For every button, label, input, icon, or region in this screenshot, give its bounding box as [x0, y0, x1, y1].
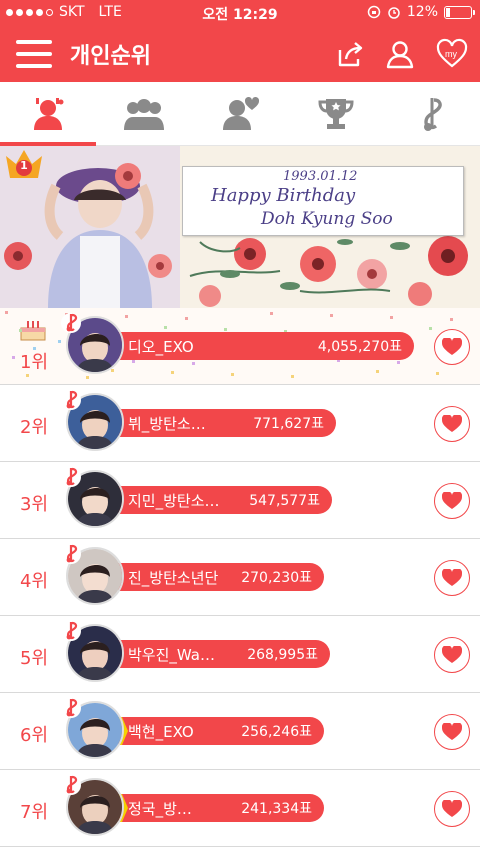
vote-bar: 진_방탄소년단 270,230표 [118, 563, 324, 591]
vote-bar: 박우진_Wa… 268,995표 [118, 640, 330, 668]
rank-number: 2위 [20, 417, 49, 438]
heart-icon [442, 492, 462, 509]
idol-name: 디오_EXO [128, 337, 194, 356]
idol-name: 정국_방… [128, 799, 192, 818]
tab-music-rank[interactable] [384, 82, 480, 146]
ranking-row[interactable]: 6위 백현_EXO 256,246표 [0, 693, 480, 770]
category-tabs [0, 82, 480, 147]
vote-heart-button[interactable] [434, 406, 470, 442]
rank-number: 4위 [20, 571, 49, 592]
menu-icon[interactable] [16, 40, 52, 68]
music-note-icon [61, 544, 81, 564]
tab-group-rank[interactable] [96, 82, 192, 146]
idol-name: 백현_EXO [128, 722, 194, 741]
birthday-greeting: Happy Birthday [211, 185, 356, 206]
vote-heart-button[interactable] [434, 714, 470, 750]
vote-heart-button[interactable] [434, 329, 470, 365]
status-right: 12% [367, 4, 475, 20]
rank-number: 3위 [20, 494, 49, 515]
my-label: my [445, 49, 457, 59]
ranking-row[interactable]: 1위 디오_EXO 4,055,270표 [0, 308, 480, 385]
vote-bar: 정국_방… 241,334표 [118, 794, 324, 822]
ranking-row[interactable]: 3위 지민_방탄소… 547,577표 [0, 462, 480, 539]
music-note-icon [61, 390, 81, 410]
birthday-name: Doh Kyung Soo [261, 209, 393, 229]
heart-icon [442, 646, 462, 663]
music-note-icon [61, 467, 81, 487]
share-icon[interactable] [334, 38, 366, 70]
rank-number: 1위 [20, 352, 49, 373]
vote-count: 4,055,270표 [317, 339, 402, 355]
vote-bar: 뷔_방탄소… 771,627표 [118, 409, 336, 437]
tab-trophy-rank[interactable] [288, 82, 384, 146]
app-header: 개인순위 my [0, 26, 480, 82]
ranking-row[interactable]: 4위 진_방탄소년단 270,230표 [0, 539, 480, 616]
rank-number: 5위 [20, 648, 49, 669]
heart-icon [442, 569, 462, 586]
ranking-row[interactable]: 2위 뷔_방탄소… 771,627표 [0, 385, 480, 462]
group-icon [124, 99, 164, 130]
profile-icon[interactable] [384, 38, 416, 70]
status-bar: SKT LTE 오전 12:29 12% [0, 0, 480, 26]
vote-count: 241,334표 [241, 801, 312, 817]
battery-percent: 12% [406, 4, 438, 20]
vote-bar: 디오_EXO 4,055,270표 [118, 332, 414, 360]
trophy-icon [318, 99, 354, 129]
birthday-banner[interactable]: 1 1993.01.12 Happy Birthday Doh Kyung So… [0, 146, 480, 308]
vote-count: 771,627표 [253, 416, 324, 432]
music-note-icon [61, 698, 81, 718]
heart-icon [442, 415, 462, 432]
music-note-icon [61, 313, 81, 333]
vote-count: 268,995표 [247, 647, 318, 663]
vote-count: 270,230표 [241, 570, 312, 586]
vote-heart-button[interactable] [434, 637, 470, 673]
person-heart-icon [223, 96, 260, 130]
ranking-row[interactable]: 7위 정국_방… 241,334표 [0, 770, 480, 847]
vote-count: 256,246표 [241, 724, 312, 740]
heart-icon [442, 338, 462, 355]
music-note-icon [424, 98, 442, 131]
idol-name: 지민_방탄소… [128, 491, 220, 510]
vote-bar: 지민_방탄소… 547,577표 [118, 486, 332, 514]
music-note-icon [61, 621, 81, 641]
birthday-card: 1993.01.12 Happy Birthday Doh Kyung Soo [182, 166, 464, 236]
person-icon [34, 98, 64, 130]
rank-badge: 1 [20, 159, 28, 172]
tab-individual-rank[interactable] [0, 82, 96, 147]
rank-number: 6위 [20, 725, 49, 746]
ranking-row[interactable]: 5위 박우진_Wa… 268,995표 [0, 616, 480, 693]
heart-icon [442, 723, 462, 740]
vote-count: 547,577표 [249, 493, 320, 509]
vote-heart-button[interactable] [434, 483, 470, 519]
idol-name: 뷔_방탄소… [128, 414, 206, 433]
vote-heart-button[interactable] [434, 560, 470, 596]
vote-heart-button[interactable] [434, 791, 470, 827]
vote-bar: 백현_EXO 256,246표 [118, 717, 324, 745]
my-heart-icon[interactable]: my [436, 38, 468, 70]
tab-favorite-rank[interactable] [192, 82, 288, 146]
alarm-icon [388, 7, 400, 19]
page-title: 개인순위 [70, 44, 151, 69]
birthday-date: 1993.01.12 [283, 169, 358, 184]
rank-number: 7위 [20, 802, 49, 823]
heart-icon [442, 800, 462, 817]
idol-name: 박우진_Wa… [128, 645, 215, 664]
music-note-icon [61, 775, 81, 795]
rotation-lock-icon [367, 5, 381, 19]
battery-icon [444, 5, 475, 19]
app-top-bar: SKT LTE 오전 12:29 12% 개인순위 my [0, 0, 480, 82]
idol-name: 진_방탄소년단 [128, 568, 219, 587]
